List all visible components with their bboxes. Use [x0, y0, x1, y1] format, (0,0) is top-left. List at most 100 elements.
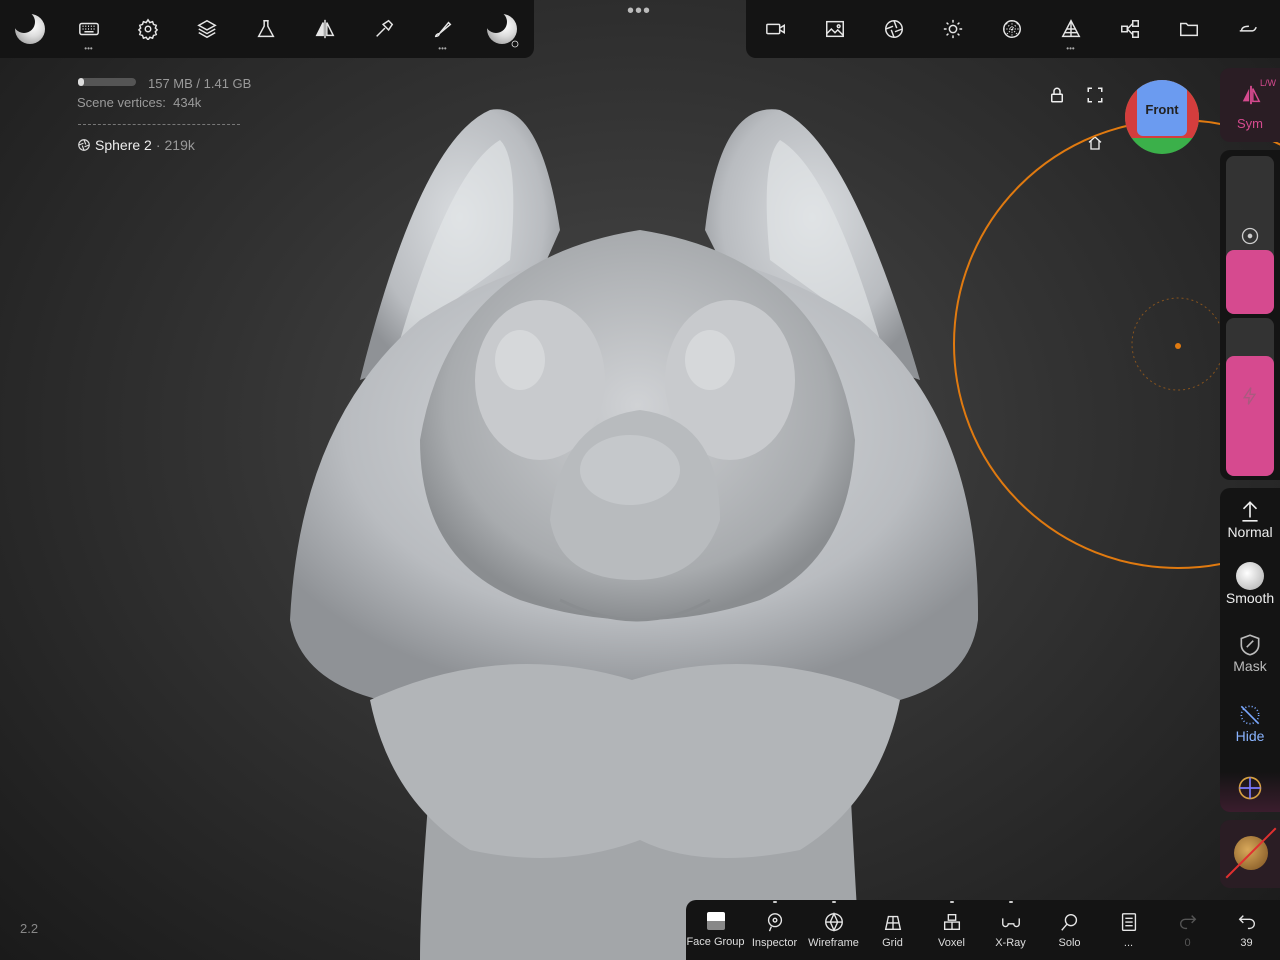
mask-label: Mask [1233, 658, 1267, 674]
voxel-icon [943, 913, 960, 931]
object-separator: · [155, 137, 161, 153]
face-group-label: Face Group [686, 936, 745, 948]
indicator [949, 901, 954, 903]
wireframe-button[interactable]: Wireframe [804, 900, 863, 960]
shading-button[interactable] [864, 0, 923, 58]
matcap-button[interactable] [982, 0, 1041, 58]
vertices-label: Scene vertices [77, 95, 163, 110]
gear-icon [137, 18, 158, 40]
symmetry-icon [315, 19, 334, 39]
moon-icon [12, 11, 45, 44]
sun-icon [943, 19, 962, 39]
divider [78, 124, 240, 125]
normal-tool[interactable]: Normal [1220, 498, 1280, 540]
object-row[interactable]: Sphere 2 · 219k [77, 137, 195, 153]
symmetry-button[interactable] [295, 0, 354, 58]
solo-button[interactable]: Solo [1040, 900, 1099, 960]
inspector-button[interactable]: Inspector [745, 900, 804, 960]
intensity-fill [1226, 356, 1274, 476]
memory-bar [78, 78, 136, 86]
indicator [772, 901, 777, 903]
redo-count: 0 [1184, 937, 1191, 949]
intensity-slider[interactable] [1226, 318, 1274, 476]
transform-tool[interactable] [1220, 772, 1280, 812]
smooth-tool[interactable]: Smooth [1220, 562, 1280, 606]
solo-label: Solo [1058, 937, 1081, 949]
xray-button[interactable]: X-Ray [981, 900, 1040, 960]
background-button[interactable] [805, 0, 864, 58]
stroke-settings-button[interactable] [472, 0, 531, 58]
share-nodes-icon [1120, 20, 1139, 38]
small-gear-icon [511, 40, 519, 48]
topology-button[interactable]: ••• [1041, 0, 1100, 58]
video-camera-icon [765, 23, 785, 35]
memory-text: 157 MB / 1.41 GB [148, 76, 252, 91]
normal-arrow-icon [1242, 501, 1258, 522]
object-name: Sphere 2 [95, 137, 152, 153]
brush-button[interactable] [354, 0, 413, 58]
scene-vertices: Scene vertices: 434k [77, 95, 202, 110]
top-right-toolbar: ••• [746, 0, 1280, 58]
face-group-icon [706, 912, 725, 930]
sleigh-icon [1239, 25, 1257, 32]
radius-slider[interactable] [1226, 156, 1274, 314]
quick-menu-button[interactable] [1218, 0, 1277, 58]
top-left-toolbar: ••• ••• [0, 0, 534, 58]
nomad-logo-button[interactable] [0, 0, 59, 58]
sym-corner-label: L/W [1259, 78, 1276, 88]
camera-button[interactable] [746, 0, 805, 58]
object-vertices: 219k [164, 137, 195, 153]
material-button[interactable] [236, 0, 295, 58]
xray-label: X-Ray [995, 937, 1026, 949]
voxel-button[interactable]: Voxel [922, 900, 981, 960]
xray-glasses-icon [1001, 918, 1020, 928]
lock-icon[interactable] [1048, 86, 1066, 104]
search-icon [1060, 913, 1077, 931]
layers-button[interactable] [177, 0, 236, 58]
keyboard-button[interactable]: ••• [59, 0, 118, 58]
gizmo-face-label: Front [1145, 102, 1179, 117]
smooth-brush-icon [1236, 562, 1264, 590]
files-button[interactable] [1159, 0, 1218, 58]
mask-tool[interactable]: Mask [1220, 632, 1280, 674]
radius-icon [1241, 227, 1259, 245]
lights-button[interactable] [923, 0, 982, 58]
more-dots: ••• [438, 44, 447, 53]
redo-button[interactable]: 0 [1158, 900, 1217, 960]
scene-button[interactable] [1100, 0, 1159, 58]
zoom-label: 2.2 [20, 921, 39, 936]
orientation-gizmo[interactable]: Front [1125, 80, 1199, 154]
indicator [831, 901, 836, 903]
undo-button[interactable]: 39 [1217, 900, 1276, 960]
grid-icon [884, 915, 901, 931]
notepad-icon [1121, 913, 1136, 931]
keyboard-icon [78, 22, 99, 36]
more-button[interactable]: ... [1099, 900, 1158, 960]
face-group-button[interactable]: Face Group [686, 900, 745, 960]
folder-icon [1179, 22, 1198, 37]
material-swatch[interactable] [1220, 820, 1280, 888]
hide-tool[interactable]: Hide [1220, 702, 1280, 744]
symmetry-toggle[interactable]: L/W Sym [1220, 68, 1280, 142]
wireframe-label: Wireframe [808, 937, 859, 949]
frame-icon[interactable] [1086, 86, 1104, 104]
flask-icon [256, 20, 275, 38]
symmetry-icon [1242, 85, 1261, 105]
settings-button[interactable] [118, 0, 177, 58]
grid-label: Grid [882, 937, 903, 949]
bottom-toolbar: Face Group Inspector Wireframe Grid Voxe… [686, 900, 1280, 960]
gizmo-icon [1238, 776, 1262, 800]
aperture-icon [884, 20, 903, 38]
sphere-icon [78, 139, 90, 151]
more-label: ... [1123, 937, 1134, 949]
memory-fill [78, 78, 84, 86]
undo-count: 39 [1240, 937, 1253, 949]
tool-panel: Normal Smooth Mask Hide [1220, 488, 1280, 812]
smooth-label: Smooth [1225, 590, 1275, 606]
redo-icon [1179, 915, 1196, 930]
drag-handle[interactable]: ••• [627, 1, 651, 21]
paint-button[interactable]: ••• [413, 0, 472, 58]
undo-icon [1238, 915, 1255, 930]
sym-label: Sym [1237, 116, 1263, 131]
grid-button[interactable]: Grid [863, 900, 922, 960]
